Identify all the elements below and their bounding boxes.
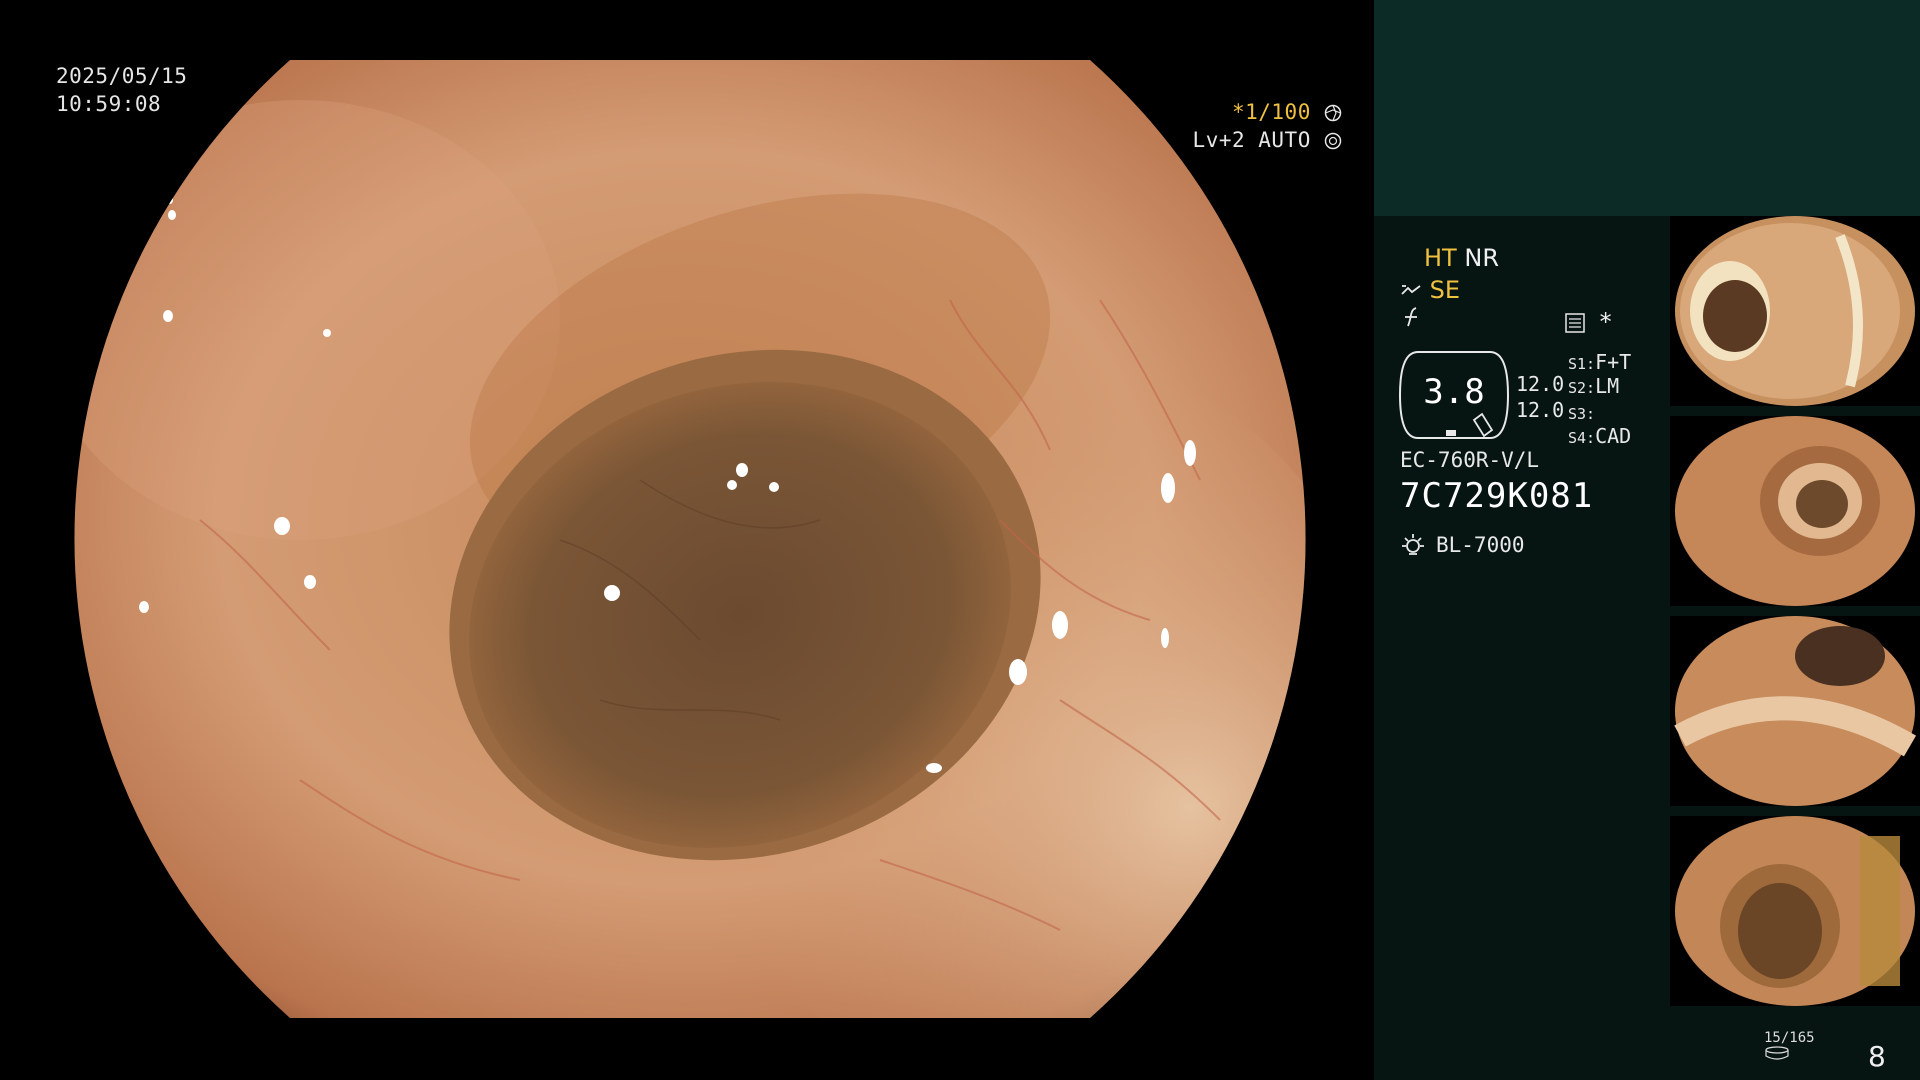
disk-icon (1765, 1046, 1789, 1060)
level-value: Lv+2 AUTO (1192, 128, 1311, 152)
s2-key: S2: (1568, 379, 1596, 397)
side-panel-header (1374, 0, 1920, 216)
shutter-marker: * (1231, 100, 1246, 124)
value-1: 12.0 (1516, 372, 1565, 396)
memo-row: * (1564, 308, 1612, 336)
lamp-icon (1402, 534, 1424, 555)
memo-icon (1565, 313, 1585, 333)
s2-row: S2:LM (1568, 374, 1619, 398)
s1-value: F+T (1595, 350, 1632, 374)
nr-label: NR (1464, 244, 1499, 272)
s4-value: CAD (1595, 424, 1632, 448)
page-number: 8 (1868, 1040, 1886, 1073)
shutter-value: 1/100 (1245, 100, 1311, 124)
se-label: SE (1429, 276, 1461, 304)
s4-row: S4:CAD (1568, 424, 1631, 448)
image-count-value: 15/165 (1764, 1030, 1815, 1046)
time-label: 10:59:08 (56, 92, 162, 116)
s3-row: S3: (1568, 400, 1595, 424)
datetime: 2025/05/15 10:59:08 (56, 62, 187, 118)
scope-serial: 7C729K081 (1400, 476, 1594, 516)
side-panel: HT NR SE * 3.8 12.0 12.0 S1:F+T S2:LM S3… (1374, 0, 1920, 1080)
s4-key: S4: (1568, 429, 1596, 447)
gauge: 3.8 (1398, 350, 1510, 440)
endoscopic-image (74, 60, 1306, 1018)
se-row: SE (1400, 276, 1460, 304)
thumbnail-4[interactable] (1670, 816, 1920, 1006)
gauge-value: 3.8 (1423, 372, 1485, 412)
shutter-readout: *1/100 (1232, 98, 1342, 126)
s2-value: LM (1595, 374, 1620, 398)
date-label: 2025/05/15 (56, 64, 188, 88)
level-readout: Lv+2 AUTO (1193, 126, 1342, 154)
light-source: BL-7000 (1400, 532, 1525, 558)
thumbnail-3[interactable] (1670, 616, 1920, 806)
enhance-icon (1405, 307, 1417, 327)
s1-key: S1: (1568, 355, 1596, 373)
s1-row: S1:F+T (1568, 350, 1631, 374)
scope-model: EC-760R-V/L (1400, 448, 1540, 472)
enhance-row (1402, 306, 1422, 334)
scope-icon (1401, 285, 1421, 295)
iris-icon (1324, 132, 1342, 150)
asterisk-label: * (1599, 308, 1612, 336)
image-count: 15/165 (1764, 1030, 1815, 1064)
light-source-label: BL-7000 (1436, 533, 1525, 557)
value-2: 12.0 (1516, 398, 1565, 422)
thumbnail-1[interactable] (1670, 216, 1920, 406)
s3-key: S3: (1568, 405, 1596, 423)
mode-row: HT NR (1424, 244, 1499, 272)
ht-label: HT (1424, 244, 1457, 272)
endoscope-view: 2025/05/15 10:59:08 *1/100 Lv+2 AUTO (0, 0, 1372, 1080)
aperture-icon (1324, 104, 1342, 122)
thumbnail-2[interactable] (1670, 416, 1920, 606)
